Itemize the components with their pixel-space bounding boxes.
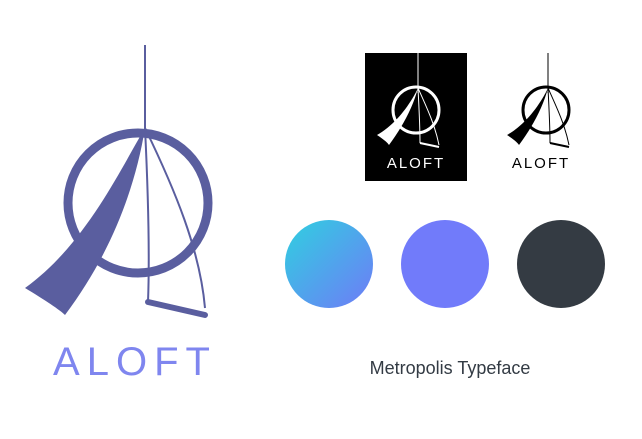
color-swatch-gradient: [285, 220, 373, 308]
color-swatch-charcoal: [517, 220, 605, 308]
logo-mark-group: [25, 45, 213, 318]
color-swatch-periwinkle: [401, 220, 489, 308]
typeface-label: Metropolis Typeface: [369, 358, 531, 378]
variant-light-bar: [549, 142, 570, 148]
logo-variant-light-label: ALOFT: [511, 155, 571, 172]
trapeze-bar: [145, 299, 208, 318]
logo-variant-dark: ALOFT: [365, 53, 467, 181]
variant-light-silk-line: [547, 87, 551, 144]
brand-wordmark: ALOFT: [53, 340, 217, 384]
silk-line-right: [144, 127, 206, 309]
logo-variant-dark-label: ALOFT: [386, 155, 446, 172]
logo-variant-light: ALOFT: [490, 53, 592, 181]
aloft-logo-mark: [25, 45, 213, 318]
brand-board: ALOFT ALOFT ALOFT Metropolis Typeface: [0, 0, 642, 439]
